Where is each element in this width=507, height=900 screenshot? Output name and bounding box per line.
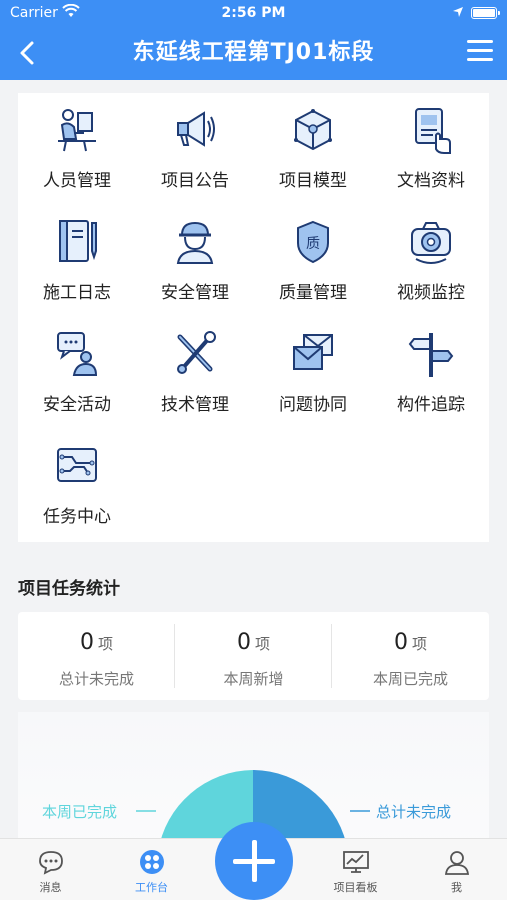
chart-label-right: 总计未完成 — [376, 803, 452, 821]
battery-icon — [471, 7, 500, 19]
module-label: 问题协同 — [279, 395, 347, 415]
status-time: 2:56 PM — [221, 5, 286, 21]
tab-label: 项目看板 — [333, 881, 378, 894]
chat-icon — [39, 851, 63, 875]
module-quality[interactable]: 质 质量管理 — [254, 205, 372, 305]
module-label: 人员管理 — [43, 171, 111, 191]
page-title: 东延线工程第TJ01标段 — [132, 40, 375, 65]
stat-unit: 项 — [411, 635, 427, 653]
chevron-left-icon — [20, 41, 34, 65]
location-arrow-icon — [453, 7, 463, 17]
module-label: 项目公告 — [161, 171, 229, 191]
cube-model-icon — [294, 109, 332, 151]
module-announcement[interactable]: 项目公告 — [136, 93, 254, 193]
stat-unit: 项 — [97, 635, 113, 653]
stat-value: 0 — [393, 630, 408, 655]
document-icon — [415, 108, 451, 154]
tab-dashboard[interactable]: 项目看板 — [305, 839, 406, 900]
menu-line — [467, 40, 493, 43]
logbook-icon — [59, 220, 97, 262]
stat-value-line: 0项 — [175, 630, 332, 655]
module-safety[interactable]: 安全管理 — [136, 205, 254, 305]
stat-unit: 项 — [254, 635, 270, 653]
stat-week-new[interactable]: 0项 本周新增 — [175, 612, 332, 700]
circuit-icon — [57, 448, 97, 482]
section-title: 项目任务统计 — [18, 579, 120, 599]
module-label: 技术管理 — [161, 395, 229, 415]
stat-total-incomplete[interactable]: 0项 总计未完成 — [18, 612, 175, 700]
stat-caption: 本周新增 — [223, 670, 284, 688]
status-bar: Carrier 2:56 PM — [0, 0, 507, 28]
back-button[interactable] — [14, 38, 42, 68]
module-documents[interactable]: 文档资料 — [372, 93, 490, 193]
stat-week-completed[interactable]: 0项 本周已完成 — [332, 612, 489, 700]
stat-value: 0 — [236, 630, 251, 655]
stat-value-line: 0项 — [18, 630, 175, 655]
app-header: Carrier 2:56 PM 东延线工程第TJ01标段 — [0, 0, 507, 80]
megaphone-icon — [177, 111, 215, 147]
stat-caption: 总计未完成 — [58, 670, 134, 688]
module-task-center[interactable]: 任务中心 — [18, 429, 136, 529]
grid-icon — [140, 850, 164, 874]
svg-text:质: 质 — [306, 236, 320, 252]
menu-line — [467, 58, 493, 61]
module-label: 构件追踪 — [397, 395, 465, 415]
quality-shield-icon: 质 — [297, 220, 329, 264]
module-safety-activity[interactable]: 安全活动 — [18, 317, 136, 417]
task-stats-card: 0项 总计未完成 0项 本周新增 0项 本周已完成 — [18, 612, 489, 700]
stat-caption: 本周已完成 — [372, 670, 448, 688]
module-model[interactable]: 项目模型 — [254, 93, 372, 193]
module-label: 文档资料 — [397, 171, 465, 191]
module-construction-log[interactable]: 施工日志 — [18, 205, 136, 305]
tab-label: 我 — [451, 881, 462, 894]
tab-label: 消息 — [39, 881, 62, 894]
module-label: 视频监控 — [397, 283, 465, 303]
stat-value-line: 0项 — [332, 630, 489, 655]
module-label: 安全管理 — [161, 283, 229, 303]
module-label: 安全活动 — [43, 395, 111, 415]
module-personnel[interactable]: 人员管理 — [18, 93, 136, 193]
camera-icon — [411, 222, 451, 264]
menu-line — [467, 49, 493, 52]
module-issues[interactable]: 问题协同 — [254, 317, 372, 417]
module-component-tracking[interactable]: 构件追踪 — [372, 317, 490, 417]
dashboard-icon — [343, 851, 369, 873]
module-label: 项目模型 — [279, 171, 347, 191]
speech-person-icon — [57, 332, 98, 376]
module-label: 任务中心 — [43, 507, 111, 527]
tab-messages[interactable]: 消息 — [0, 839, 101, 900]
tab-label: 工作台 — [135, 881, 168, 894]
module-label: 质量管理 — [279, 283, 347, 303]
tab-workbench[interactable]: 工作台 — [101, 839, 202, 900]
tab-me[interactable]: 我 — [406, 839, 507, 900]
stat-value: 0 — [79, 630, 94, 655]
mail-icon — [293, 334, 333, 370]
module-grid: 人员管理 项目公告 项目模型 文档资料 施工日志 安全管理 质 质量管理 视频监… — [18, 93, 489, 542]
tools-icon — [177, 331, 216, 374]
user-icon — [444, 851, 470, 875]
chart-label-left: 本周已完成 — [42, 803, 118, 821]
module-video[interactable]: 视频监控 — [372, 205, 490, 305]
module-label: 施工日志 — [43, 283, 111, 303]
personnel-icon — [58, 109, 96, 152]
signpost-icon — [408, 333, 454, 377]
module-tech[interactable]: 技术管理 — [136, 317, 254, 417]
add-button[interactable] — [215, 822, 293, 900]
helmet-worker-icon — [176, 221, 214, 264]
menu-button[interactable] — [467, 40, 493, 64]
